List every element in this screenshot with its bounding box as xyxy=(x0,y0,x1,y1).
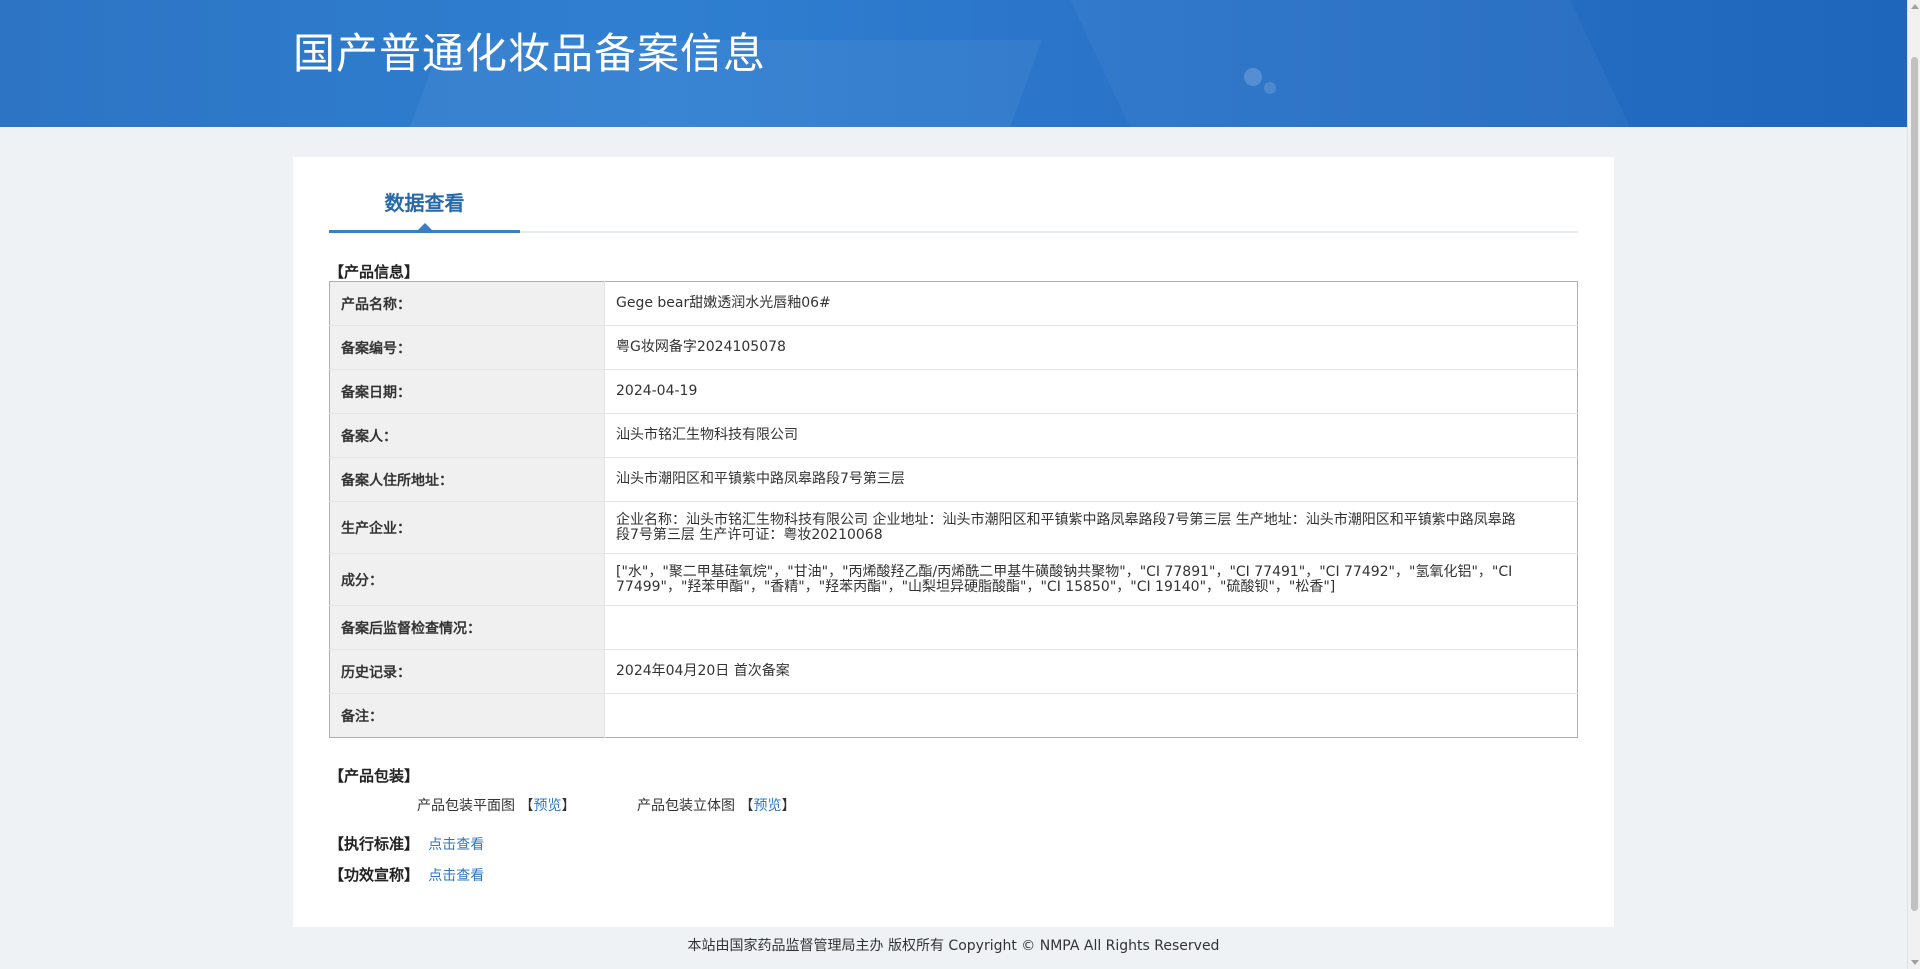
row-value: 企业名称：汕头市铭汇生物科技有限公司 企业地址：汕头市潮阳区和平镇紫中路凤皋路段… xyxy=(604,501,1578,554)
row-label: 历史记录： xyxy=(329,649,605,694)
packaging-solid-preview-link[interactable]: 预览 xyxy=(753,798,781,814)
row-value: ["水"，"聚二甲基硅氧烷"，"甘油"，"丙烯酸羟乙酯/丙烯酰二甲基牛磺酸钠共聚… xyxy=(604,553,1578,606)
bracket-open: 【 xyxy=(739,798,754,814)
standard-view-link[interactable]: 点击查看 xyxy=(428,837,484,853)
table-row: 历史记录： 2024年04月20日 首次备案 xyxy=(329,649,1578,694)
row-label: 备案人住所地址： xyxy=(329,457,605,502)
header-banner: 国产普通化妆品备案信息 xyxy=(0,0,1907,127)
section-title-efficacy: 【功效宣称】 xyxy=(329,866,420,884)
table-row: 备案日期： 2024-04-19 xyxy=(329,369,1578,414)
table-row: 备案编号： 粤G妆网备字2024105078 xyxy=(329,325,1578,370)
bracket-close: 】 xyxy=(781,798,796,814)
row-label: 产品名称： xyxy=(329,281,605,326)
packaging-flat-label: 产品包装平面图 xyxy=(417,798,515,814)
row-label: 备案日期： xyxy=(329,369,605,414)
vertical-scrollbar[interactable] xyxy=(1907,0,1920,969)
section-efficacy: 【功效宣称】 点击查看 xyxy=(329,864,484,885)
content-card: 数据查看 【产品信息】 产品名称： Gege bear甜嫩透润水光唇釉06# 备… xyxy=(293,157,1614,927)
row-value xyxy=(604,605,1578,650)
scroll-down-arrow-icon[interactable] xyxy=(1911,960,1919,965)
active-tab-caret-icon xyxy=(418,223,432,230)
row-value: 粤G妆网备字2024105078 xyxy=(604,325,1578,370)
section-title-packaging: 【产品包装】 xyxy=(329,767,420,785)
row-value: 2024-04-19 xyxy=(604,369,1578,414)
row-value: Gege bear甜嫩透润水光唇釉06# xyxy=(604,281,1578,326)
packaging-solid-label: 产品包装立体图 xyxy=(637,798,735,814)
bracket-close: 】 xyxy=(561,798,576,814)
row-value: 2024年04月20日 首次备案 xyxy=(604,649,1578,694)
scroll-up-arrow-icon[interactable] xyxy=(1911,4,1919,9)
row-value: 汕头市潮阳区和平镇紫中路凤皋路段7号第三层 xyxy=(604,457,1578,502)
table-row: 备案后监督检查情况： xyxy=(329,605,1578,650)
page-title: 国产普通化妆品备案信息 xyxy=(293,29,767,78)
product-info-table: 产品名称： Gege bear甜嫩透润水光唇釉06# 备案编号： 粤G妆网备字2… xyxy=(329,281,1578,738)
row-value: 汕头市铭汇生物科技有限公司 xyxy=(604,413,1578,458)
bracket-open: 【 xyxy=(519,798,534,814)
table-row: 备案人住所地址： 汕头市潮阳区和平镇紫中路凤皋路段7号第三层 xyxy=(329,457,1578,502)
table-row: 生产企业： 企业名称：汕头市铭汇生物科技有限公司 企业地址：汕头市潮阳区和平镇紫… xyxy=(329,501,1578,554)
table-row: 备案人： 汕头市铭汇生物科技有限公司 xyxy=(329,413,1578,458)
banner-decoration xyxy=(1070,0,1630,127)
row-label: 备案人： xyxy=(329,413,605,458)
banner-dot xyxy=(1264,82,1276,94)
banner-dot xyxy=(1244,68,1262,86)
row-label: 备注： xyxy=(329,693,605,738)
row-label: 生产企业： xyxy=(329,501,605,554)
section-title-standard: 【执行标准】 xyxy=(329,835,420,853)
scrollbar-thumb[interactable] xyxy=(1911,57,1918,911)
row-label: 备案编号： xyxy=(329,325,605,370)
row-label: 成分： xyxy=(329,553,605,606)
row-label: 备案后监督检查情况： xyxy=(329,605,605,650)
footer-copyright: 本站由国家药品监督管理局主办 版权所有 Copyright © NMPA All… xyxy=(687,938,1220,954)
tab-data-view[interactable]: 数据查看 xyxy=(329,157,520,233)
efficacy-view-link[interactable]: 点击查看 xyxy=(428,868,484,884)
tab-bar: 数据查看 xyxy=(329,157,1578,233)
packaging-flat-item: 产品包装平面图 【预览】 xyxy=(417,795,575,815)
row-value xyxy=(605,694,1578,738)
packaging-solid-item: 产品包装立体图 【预览】 xyxy=(637,795,795,815)
table-row: 成分： ["水"，"聚二甲基硅氧烷"，"甘油"，"丙烯酸羟乙酯/丙烯酰二甲基牛磺… xyxy=(329,553,1578,606)
packaging-flat-preview-link[interactable]: 预览 xyxy=(533,798,561,814)
section-title-product-info: 【产品信息】 xyxy=(329,263,420,281)
section-standard: 【执行标准】 点击查看 xyxy=(329,833,484,854)
table-row: 备注： xyxy=(329,693,1578,738)
table-row: 产品名称： Gege bear甜嫩透润水光唇釉06# xyxy=(329,281,1578,326)
tab-label: 数据查看 xyxy=(384,191,465,215)
